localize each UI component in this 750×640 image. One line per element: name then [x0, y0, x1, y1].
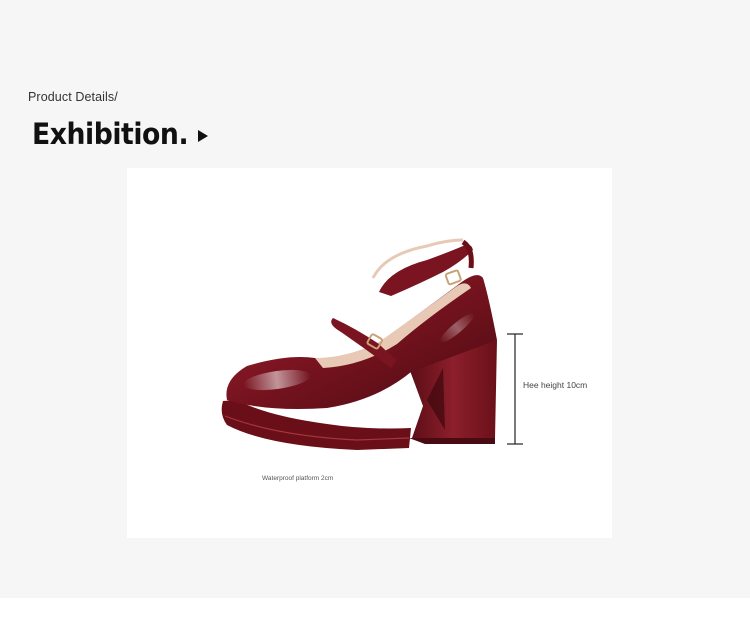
ankle-buckle — [444, 269, 462, 286]
platform-label: Waterproof platform 2cm — [262, 475, 334, 482]
product-image-panel: Hee height 10cm Waterproof platform 2cm — [127, 168, 612, 538]
section-header: Exhibition. — [32, 117, 208, 151]
play-triangle-icon — [197, 130, 208, 142]
page-title: Exhibition. — [32, 117, 189, 151]
heel-height-label: Hee height 10cm — [523, 380, 588, 390]
shoe-image — [221, 238, 523, 450]
page-bottom-strip — [0, 598, 750, 640]
breadcrumb: Product Details/ — [28, 90, 118, 104]
